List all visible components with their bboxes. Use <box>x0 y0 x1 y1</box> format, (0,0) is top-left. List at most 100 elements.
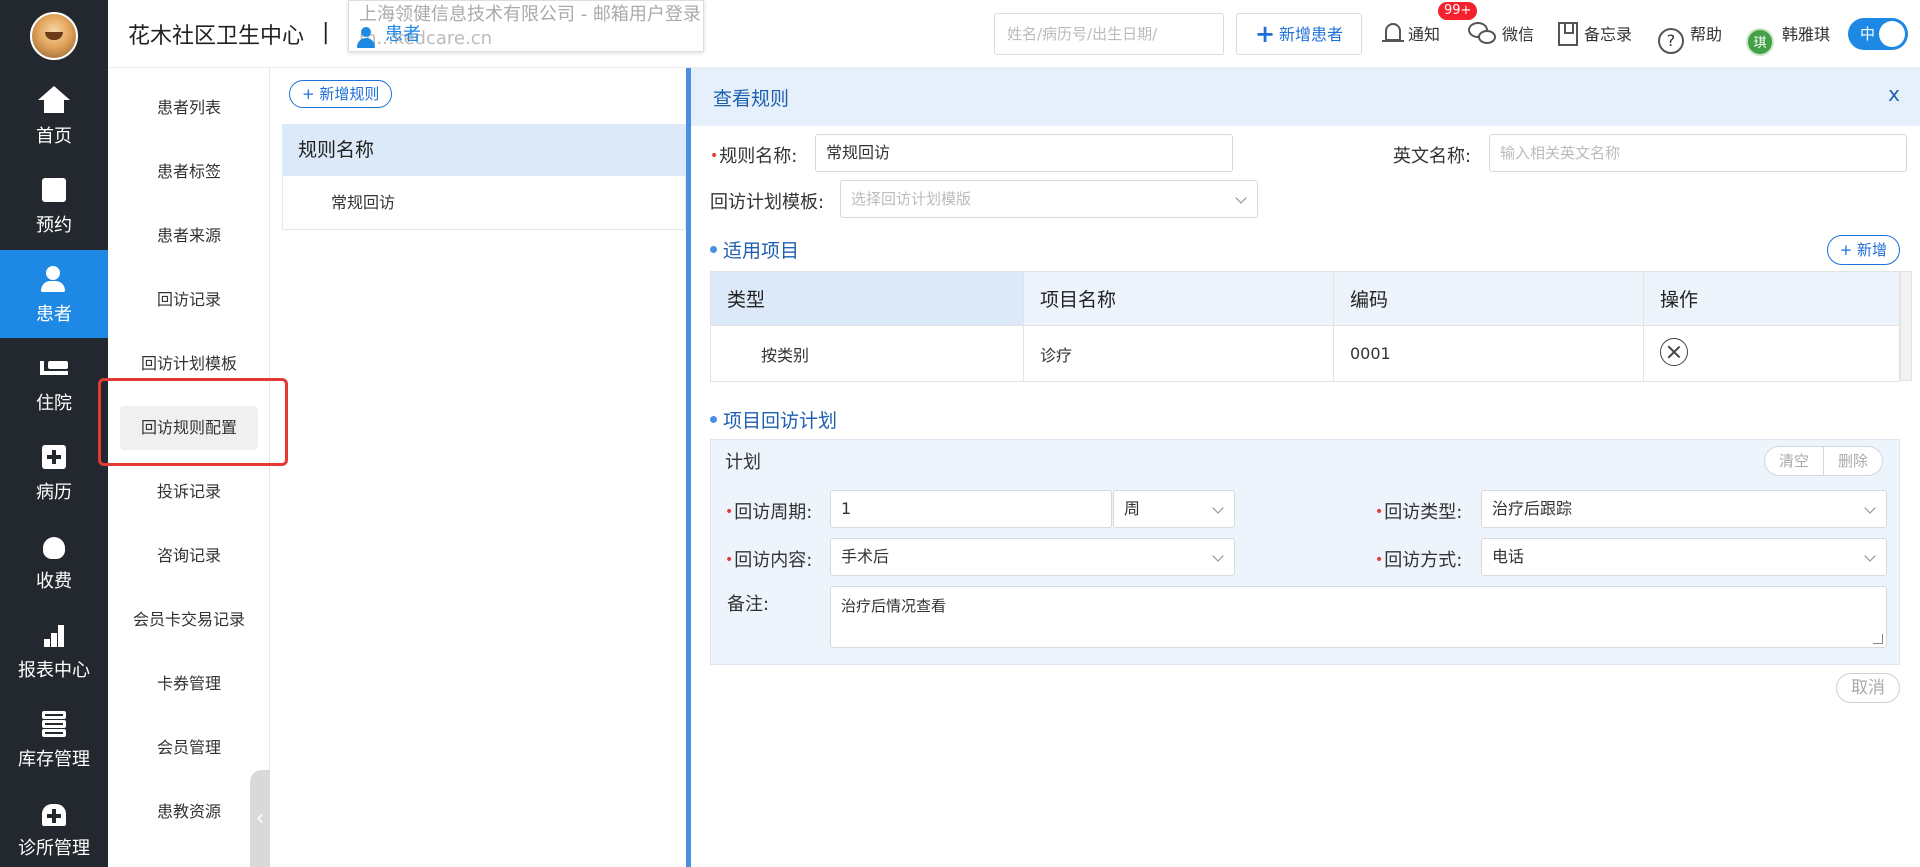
nav-item-label: 病历 <box>36 482 72 503</box>
nav-item-medical-record[interactable]: 病历 <box>0 428 108 516</box>
home-icon <box>38 86 70 116</box>
bookmark-icon <box>1558 22 1578 46</box>
help-button[interactable]: ? 帮助 <box>1658 20 1723 54</box>
detail-header: 查看规则 x <box>691 68 1920 126</box>
nav-item-reports[interactable]: 报表中心 <box>0 606 108 694</box>
nav-item-label: 首页 <box>36 126 72 147</box>
cycle-unit-value: 周 <box>1124 499 1141 518</box>
rule-name-input[interactable]: 常规回访 <box>815 134 1233 172</box>
subnav-item-patient-tags[interactable]: 患者标签 <box>120 150 258 194</box>
patient-search-input[interactable] <box>994 13 1224 55</box>
calendar-icon <box>38 175 70 205</box>
column-header-name: 项目名称 <box>1023 271 1334 326</box>
nav-item-label: 患者 <box>36 304 72 325</box>
nav-item-appointment[interactable]: 预约 <box>0 161 108 249</box>
items-table: 类型 项目名称 编码 操作 按类别 诊疗 0001 <box>710 271 1900 382</box>
subnav-item-members[interactable]: 会员管理 <box>120 726 258 770</box>
subnav-item-coupons[interactable]: 卡券管理 <box>120 662 258 706</box>
nav-item-patient[interactable]: 患者 <box>0 250 108 338</box>
subnav-item-patient-list[interactable]: 患者列表 <box>120 86 258 130</box>
table-scrollbar[interactable] <box>1900 271 1912 381</box>
followup-type-value: 治疗后跟踪 <box>1492 499 1573 518</box>
template-select[interactable]: 选择回访计划模版 <box>840 180 1258 218</box>
help-label: 帮助 <box>1690 25 1723 44</box>
notification-label: 通知 <box>1408 25 1441 44</box>
wechat-button[interactable]: 微信 <box>1468 20 1534 50</box>
nav-item-inpatient[interactable]: 住院 <box>0 339 108 427</box>
user-initial-avatar: 琪 <box>1746 28 1774 56</box>
plan-section-title: 项目回访计划 <box>710 406 837 433</box>
english-name-input[interactable]: 输入相关英文名称 <box>1489 134 1907 172</box>
content-value: 手术后 <box>841 547 890 566</box>
patient-sub-nav: 患者列表 患者标签 患者来源 回访记录 回访计划模板 回访规则配置 投诉记录 咨… <box>108 68 270 867</box>
language-toggle[interactable]: 中 <box>1848 18 1908 50</box>
resize-handle-icon[interactable] <box>1873 634 1883 644</box>
notification-button[interactable]: 通知 <box>1382 20 1440 50</box>
table-header-row: 类型 项目名称 编码 操作 <box>710 271 1900 326</box>
subnav-item-education[interactable]: 患教资源 <box>120 790 258 834</box>
user-menu[interactable]: 琪韩雅琪 <box>1746 20 1831 56</box>
cycle-unit-select[interactable]: 周 <box>1113 490 1235 528</box>
subnav-item-patient-source[interactable]: 患者来源 <box>120 214 258 258</box>
login-watermark-popup: 上海领健信息技术有限公司 - 邮箱用户登录 m...kedcare.cn 患者 <box>348 0 704 52</box>
user-name: 韩雅琪 <box>1782 25 1831 44</box>
wechat-label: 微信 <box>1502 25 1535 44</box>
toggle-knob <box>1879 21 1905 47</box>
cycle-input[interactable]: 1 <box>830 490 1112 528</box>
patient-module-tab[interactable]: 患者 <box>385 23 421 47</box>
plus-icon: + <box>1254 20 1276 48</box>
memo-label: 备忘录 <box>1584 25 1633 44</box>
nav-item-label: 诊所管理 <box>18 838 90 859</box>
bed-icon <box>38 353 70 383</box>
cell-code: 0001 <box>1333 325 1644 382</box>
close-icon[interactable]: x <box>1888 82 1900 106</box>
table-row: 按类别 诊疗 0001 <box>710 325 1900 382</box>
chevron-down-icon <box>1212 502 1224 514</box>
selection-highlight-frame <box>98 378 288 466</box>
cell-action <box>1643 325 1900 382</box>
content-label: 回访内容: <box>725 546 812 572</box>
clinic-name: 花木社区卫生中心 <box>128 24 305 49</box>
nav-item-inventory[interactable]: 库存管理 <box>0 695 108 783</box>
add-item-button[interactable]: + 新增 <box>1826 235 1900 265</box>
cell-type: 按类别 <box>710 325 1024 382</box>
subnav-item-card-transactions[interactable]: 会员卡交易记录 <box>120 598 258 642</box>
new-patient-button[interactable]: + 新增患者 <box>1236 13 1362 55</box>
subnav-item-consultations[interactable]: 咨询记录 <box>120 534 258 578</box>
add-rule-button[interactable]: + 新增规则 <box>289 80 393 108</box>
rule-row[interactable]: 常规回访 <box>282 176 686 230</box>
column-header-action: 操作 <box>1643 271 1900 326</box>
chevron-down-icon <box>1864 502 1876 514</box>
left-nav: 首页 预约 患者 住院 病历 收费 报表中心 库存管理 诊所管理 <box>0 0 108 867</box>
nav-item-home[interactable]: 首页 <box>0 72 108 160</box>
column-header-type: 类型 <box>710 271 1024 326</box>
collapse-sidebar-button[interactable]: ‹ <box>250 770 270 867</box>
template-placeholder: 选择回访计划模版 <box>851 190 972 208</box>
clinic-icon <box>38 798 70 828</box>
plan-title: 计划 <box>725 452 761 473</box>
chevron-down-icon <box>1235 192 1247 204</box>
detail-title: 查看规则 <box>713 88 790 110</box>
wechat-icon <box>1468 22 1498 46</box>
subnav-item-followup-records[interactable]: 回访记录 <box>120 278 258 322</box>
followup-type-select[interactable]: 治疗后跟踪 <box>1481 490 1887 528</box>
cancel-button[interactable]: 取消 <box>1836 673 1900 703</box>
memo-button[interactable]: 备忘录 <box>1558 20 1632 50</box>
content-select[interactable]: 手术后 <box>830 538 1235 576</box>
note-label: 备注: <box>727 594 770 615</box>
delete-button[interactable]: 删除 <box>1822 447 1882 475</box>
plan-actions: 清空 删除 <box>1763 446 1883 476</box>
user-avatar[interactable] <box>30 12 78 60</box>
watermark-line2: m...kedcare.cn <box>359 28 493 49</box>
method-label: 回访方式: <box>1375 546 1462 572</box>
nav-item-billing[interactable]: 收费 <box>0 517 108 605</box>
note-textarea[interactable]: 治疗后情况查看 <box>830 586 1887 648</box>
nav-item-clinic-admin[interactable]: 诊所管理 <box>0 784 108 867</box>
remove-circle-icon[interactable] <box>1660 337 1688 366</box>
medical-record-icon <box>38 442 70 472</box>
rule-detail-panel: 查看规则 x 规则名称: 常规回访 英文名称: 输入相关英文名称 回访计划模板:… <box>686 68 1920 867</box>
chevron-down-icon <box>1212 550 1224 562</box>
method-select[interactable]: 电话 <box>1481 538 1887 576</box>
subnav-item-complaints[interactable]: 投诉记录 <box>120 470 258 514</box>
clear-button[interactable]: 清空 <box>1765 447 1823 475</box>
